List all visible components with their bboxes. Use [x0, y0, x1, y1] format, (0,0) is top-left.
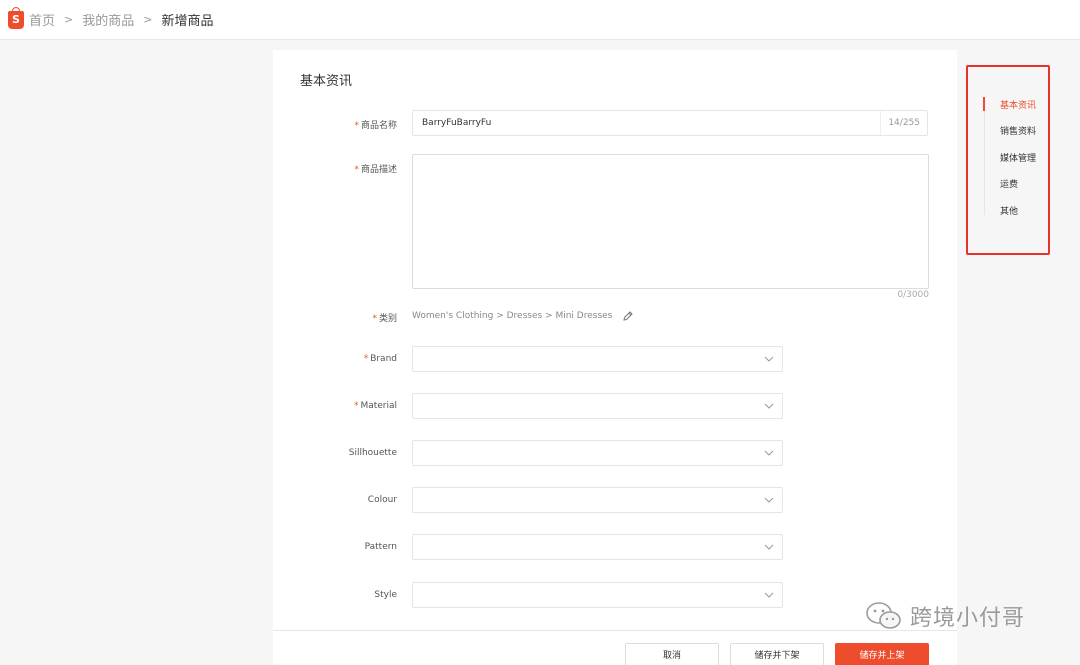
chevron-down-icon: [764, 497, 774, 503]
nav-item-shipping[interactable]: 运费: [1000, 177, 1018, 190]
breadcrumb-current: 新增商品: [161, 14, 214, 29]
product-description-label: * 商品描述: [354, 165, 397, 175]
style-label: Style: [374, 590, 397, 600]
wechat-icon: [866, 602, 901, 629]
section-nav: 基本资讯 销售资料 媒体管理 运费 其他: [966, 65, 1050, 255]
sillhouette-label: Sillhouette: [348, 448, 397, 458]
product-name-input[interactable]: BarryFuBarryFu 14/255: [412, 110, 928, 136]
chevron-right-icon: >: [143, 13, 153, 26]
category-path-text: Women's Clothing > Dresses > Mini Dresse…: [412, 311, 613, 321]
shopee-logo[interactable]: S: [8, 6, 24, 29]
brand-select[interactable]: [412, 346, 783, 372]
chevron-down-icon: [764, 450, 774, 456]
colour-select[interactable]: [412, 487, 783, 513]
nav-item-basic-info[interactable]: 基本资讯: [1000, 98, 1036, 111]
pencil-icon[interactable]: [622, 310, 634, 322]
basic-info-card: 基本资讯 * 商品名称 BarryFuBarryFu 14/255 * 商品描述 0…: [273, 50, 957, 665]
product-name-counter: 14/255: [880, 111, 920, 135]
save-and-unlist-button[interactable]: 储存并下架: [730, 643, 824, 665]
style-select[interactable]: [412, 582, 783, 608]
action-bar: 取消 储存并下架 储存并上架: [273, 630, 957, 665]
section-title: 基本资讯: [300, 74, 353, 89]
pattern-select[interactable]: [412, 534, 783, 560]
product-name-value: BarryFuBarryFu: [422, 118, 492, 128]
cancel-button[interactable]: 取消: [625, 643, 719, 665]
product-description-textarea[interactable]: [412, 154, 929, 289]
top-bar: S 首页 > 我的商品 > 新增商品: [0, 0, 1080, 40]
material-label: * Material: [353, 401, 397, 411]
category-label: * 类别: [372, 314, 397, 324]
chevron-down-icon: [764, 356, 774, 362]
product-name-label: * 商品名称: [354, 121, 397, 131]
nav-item-media[interactable]: 媒体管理: [1000, 151, 1036, 164]
watermark-text: 跨境小付哥: [910, 606, 1026, 631]
save-and-publish-button[interactable]: 储存并上架: [835, 643, 929, 665]
nav-item-sales-info[interactable]: 销售资料: [1000, 124, 1036, 137]
colour-label: Colour: [367, 495, 397, 505]
category-path: Women's Clothing > Dresses > Mini Dresse…: [412, 310, 634, 322]
chevron-right-icon: >: [64, 13, 74, 26]
chevron-down-icon: [764, 403, 774, 409]
nav-item-others[interactable]: 其他: [1000, 204, 1018, 217]
section-nav-track: [984, 97, 985, 215]
section-nav-active-indicator: [983, 97, 985, 111]
brand-label: * Brand: [363, 354, 397, 364]
chevron-down-icon: [764, 544, 774, 550]
pattern-label: Pattern: [364, 542, 397, 552]
breadcrumb-home[interactable]: 首页: [29, 10, 55, 29]
description-counter: 0/3000: [897, 290, 929, 300]
watermark: 跨境小付哥: [864, 600, 1025, 632]
breadcrumb-my-products[interactable]: 我的商品: [82, 10, 134, 29]
material-select[interactable]: [412, 393, 783, 419]
chevron-down-icon: [764, 592, 774, 598]
sillhouette-select[interactable]: [412, 440, 783, 466]
